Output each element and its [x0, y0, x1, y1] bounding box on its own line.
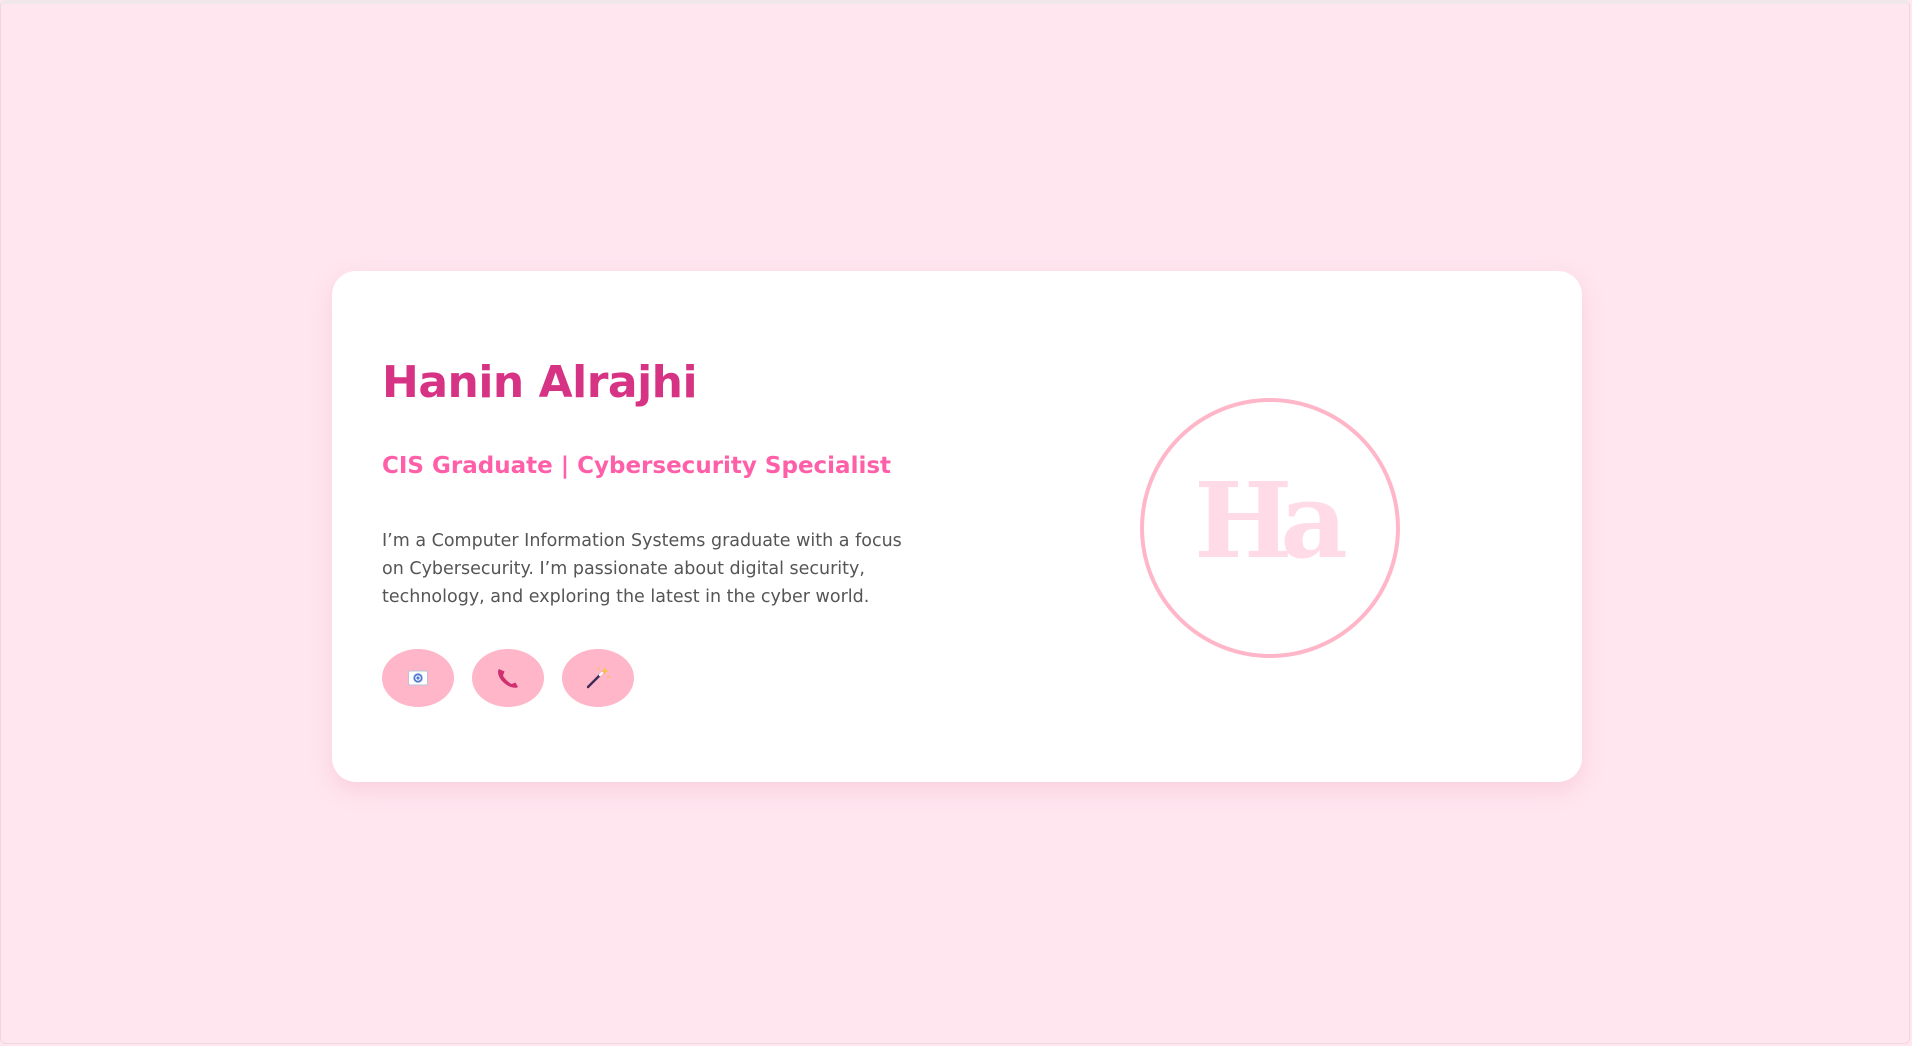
logo-monogram: Ha — [1194, 459, 1348, 582]
magic-wand-icon — [585, 666, 611, 690]
email-icon — [408, 670, 428, 686]
profile-card: Hanin Alrajhi CIS Graduate | Cybersecuri… — [332, 271, 1582, 782]
logo-badge: Ha — [1140, 398, 1400, 658]
phone-icon — [495, 666, 521, 690]
profile-name: Hanin Alrajhi — [382, 357, 698, 408]
phone-button[interactable] — [472, 649, 544, 707]
profile-bio: I’m a Computer Information Systems gradu… — [382, 531, 902, 607]
profile-subtitle: CIS Graduate | Cybersecurity Specialist — [382, 453, 892, 479]
email-button[interactable] — [382, 649, 454, 707]
magic-button[interactable] — [562, 649, 634, 707]
contact-buttons — [382, 649, 634, 707]
